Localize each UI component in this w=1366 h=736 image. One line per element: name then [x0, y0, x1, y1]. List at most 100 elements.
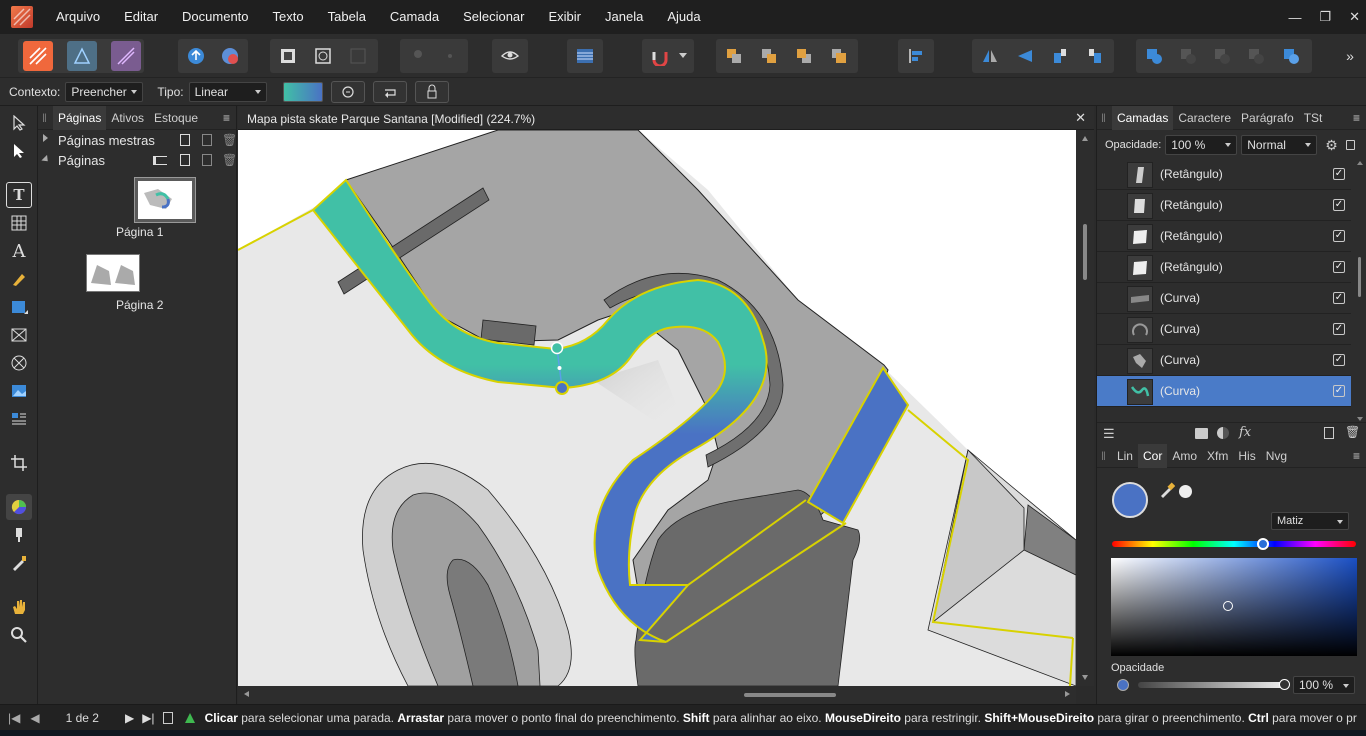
publisher-persona-icon[interactable] [23, 41, 53, 71]
tab-text-styles[interactable]: TSt [1299, 111, 1328, 125]
layer-settings-gear-icon[interactable]: ⚙ [1325, 137, 1338, 154]
page-options-icon[interactable] [153, 156, 167, 165]
tab-color[interactable]: Cor [1137, 443, 1168, 468]
pages-row[interactable]: Páginas 🗑 [38, 150, 237, 170]
gradient-end-handle[interactable] [555, 381, 569, 395]
horizontal-scrollbar[interactable] [238, 686, 1076, 704]
move-to-back-icon[interactable] [719, 41, 749, 71]
saturation-value-box[interactable] [1111, 558, 1357, 656]
menu-item-2[interactable]: Documento [170, 0, 260, 34]
layer-row[interactable]: (Retângulo) ✓ [1097, 252, 1351, 283]
tab-transform[interactable]: Xfm [1202, 449, 1233, 463]
layer-row[interactable]: (Retângulo) ✓ [1097, 190, 1351, 221]
delete-master-icon[interactable]: 🗑 [222, 133, 237, 147]
scroll-down-icon[interactable] [1082, 675, 1088, 680]
tab-stock[interactable]: Estoque [149, 111, 203, 125]
flip-horizontal-icon[interactable] [975, 41, 1005, 71]
next-page-icon[interactable]: ▶ [125, 711, 134, 725]
add-page-icon[interactable] [180, 154, 190, 166]
gradient-swatch[interactable] [282, 81, 323, 102]
delete-page-icon[interactable]: 🗑 [222, 153, 237, 167]
crop-tool-icon[interactable] [6, 450, 32, 476]
designer-persona-icon[interactable] [67, 41, 97, 71]
layer-visibility-checkbox[interactable]: ✓ [1333, 230, 1345, 242]
align-left-icon[interactable] [901, 41, 931, 71]
menu-item-6[interactable]: Selecionar [451, 0, 536, 34]
blend-mode-select[interactable]: Normal [1241, 135, 1318, 155]
pen-tool-icon[interactable] [6, 266, 32, 292]
document-canvas[interactable] [238, 130, 1076, 686]
page-1-thumbnail[interactable] [134, 177, 196, 223]
add-mask-icon[interactable] [1195, 428, 1208, 439]
tab-stroke[interactable]: Lin [1112, 449, 1138, 463]
context-select[interactable]: Preencher [65, 81, 144, 102]
last-page-icon[interactable]: ▶| [142, 711, 154, 725]
menu-item-9[interactable]: Ajuda [655, 0, 712, 34]
minimize-icon[interactable]: — [1288, 10, 1301, 25]
menu-item-4[interactable]: Tabela [316, 0, 378, 34]
table-of-contents-icon[interactable] [6, 406, 32, 432]
current-color-swatch[interactable] [1112, 482, 1148, 518]
scroll-down-icon[interactable] [1357, 417, 1363, 421]
place-image-icon[interactable] [6, 378, 32, 404]
panel-menu-icon[interactable]: ≡ [1353, 449, 1360, 463]
opacity-slider-knob[interactable] [1279, 679, 1290, 690]
layer-lock-icon[interactable] [1345, 140, 1355, 150]
layer-visibility-checkbox[interactable]: ✓ [1333, 323, 1345, 335]
tab-pages[interactable]: Páginas [52, 105, 107, 130]
boolean-divide-icon[interactable] [1276, 41, 1306, 71]
tab-navigator[interactable]: Nvg [1261, 449, 1292, 463]
first-page-icon[interactable]: |◀ [8, 711, 20, 725]
zoom-tool-icon[interactable] [6, 622, 32, 648]
layer-row[interactable]: (Curva) ✓ [1097, 314, 1351, 345]
tab-character[interactable]: Caractere [1173, 111, 1236, 125]
tab-paragraph[interactable]: Parágrafo [1236, 111, 1299, 125]
menu-item-0[interactable]: Arquivo [44, 0, 112, 34]
layer-row[interactable]: (Curva) ✓ [1097, 283, 1351, 314]
close-window-icon[interactable]: ✕ [1349, 9, 1360, 25]
picture-frame-ellipse-icon[interactable] [6, 350, 32, 376]
tab-layers[interactable]: Camadas [1111, 105, 1174, 130]
vertical-scrollbar[interactable] [1076, 130, 1094, 686]
share-upload-icon[interactable] [181, 41, 211, 71]
rectangle-tool-icon[interactable] [6, 294, 32, 320]
baseline-grid-icon[interactable] [570, 41, 600, 71]
layer-visibility-checkbox[interactable]: ✓ [1333, 385, 1345, 397]
hue-slider-knob[interactable] [1257, 538, 1270, 550]
add-master-icon[interactable] [202, 134, 212, 146]
transparency-tool-icon[interactable] [6, 522, 32, 548]
delete-layer-icon[interactable]: 🗑 [1345, 425, 1360, 439]
gradient-mid-handle[interactable] [557, 366, 562, 370]
opacity-slider[interactable] [1138, 679, 1290, 690]
add-layer-icon[interactable] [1324, 427, 1334, 439]
vertical-scroll-thumb[interactable] [1083, 224, 1087, 280]
tab-swatches[interactable]: Amo [1167, 449, 1202, 463]
insert-page-icon[interactable] [202, 154, 212, 166]
color-opacity-field[interactable]: 100 % [1293, 676, 1355, 694]
text-frame-icon[interactable] [273, 41, 303, 71]
preview-mode-icon[interactable] [495, 41, 525, 71]
move-back-one-icon[interactable] [754, 41, 784, 71]
snapping-magnet-icon[interactable] [645, 41, 675, 71]
previous-page-icon[interactable]: ◀ [30, 711, 39, 725]
hand-tool-icon[interactable] [6, 594, 32, 620]
layers-scrollbar[interactable] [1355, 159, 1365, 423]
effects-fx-icon[interactable]: fx [1239, 425, 1251, 440]
scroll-up-icon[interactable] [1082, 136, 1088, 141]
gradient-start-handle[interactable] [550, 341, 564, 355]
layer-visibility-checkbox[interactable]: ✓ [1333, 354, 1345, 366]
color-picker-icon[interactable] [6, 550, 32, 576]
boolean-add-icon[interactable] [1139, 41, 1169, 71]
layer-row[interactable]: (Curva) ✓ [1097, 376, 1351, 407]
rotate-right-icon[interactable] [1080, 41, 1110, 71]
type-select[interactable]: Linear [188, 81, 267, 102]
page-view-icon[interactable] [162, 711, 173, 724]
collapse-triangle-icon[interactable] [41, 154, 51, 165]
layers-scroll-thumb[interactable] [1358, 257, 1361, 297]
preflight-icon[interactable] [215, 41, 245, 71]
photo-persona-icon[interactable] [111, 41, 141, 71]
layer-visibility-checkbox[interactable]: ✓ [1333, 292, 1345, 304]
expand-triangle-icon[interactable] [43, 134, 48, 142]
horizontal-scroll-thumb[interactable] [744, 693, 836, 697]
menu-item-1[interactable]: Editar [112, 0, 170, 34]
